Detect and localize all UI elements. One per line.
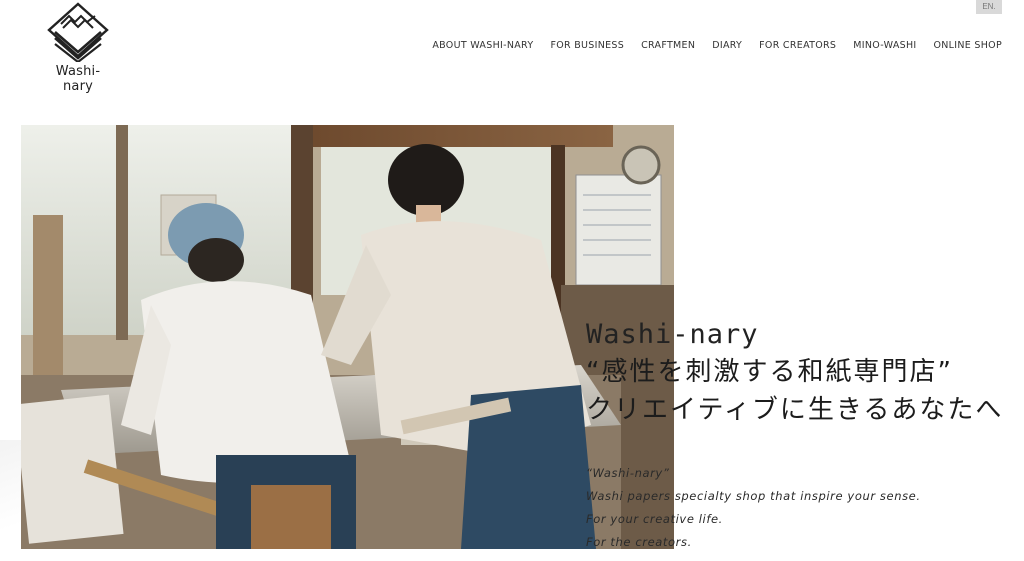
nav-diary[interactable]: DIARY — [712, 40, 742, 51]
washi-layers-logo-icon — [47, 2, 109, 62]
nav-for-business[interactable]: FOR BUSINESS — [550, 40, 624, 51]
site-logo[interactable]: Washi-nary — [44, 2, 112, 94]
subcopy-line: For the creators. — [586, 535, 692, 549]
main-nav: ABOUT WASHI-NARY FOR BUSINESS CRAFTMEN D… — [432, 40, 1002, 51]
nav-about[interactable]: ABOUT WASHI-NARY — [432, 40, 533, 51]
subcopy-line: Washi papers specialty shop that inspire… — [586, 489, 921, 503]
subcopy-line: For your creative life. — [586, 512, 723, 526]
hero-tagline-jp: “感性を刺激する和紙専門店” — [586, 357, 953, 387]
hero-title: Washi-nary — [586, 319, 759, 350]
nav-online-shop[interactable]: ONLINE SHOP — [934, 40, 1003, 51]
nav-for-creators[interactable]: FOR CREATORS — [759, 40, 836, 51]
nav-craftmen[interactable]: CRAFTMEN — [641, 40, 695, 51]
logo-text: Washi-nary — [55, 64, 101, 94]
subcopy-line: “Washi-nary” — [586, 466, 670, 480]
hero-copy: Washi-nary “感性を刺激する和紙専門店” クリエイティブに生きるあなた… — [586, 317, 1016, 429]
language-toggle-button[interactable]: EN. — [976, 0, 1002, 14]
hero-tagline-jp-2: クリエイティブに生きるあなたへ — [586, 395, 1004, 425]
nav-mino-washi[interactable]: MINO-WASHI — [853, 40, 916, 51]
hero-subcopy: “Washi-nary” Washi papers specialty shop… — [586, 462, 1006, 554]
hero-photo — [21, 125, 674, 549]
